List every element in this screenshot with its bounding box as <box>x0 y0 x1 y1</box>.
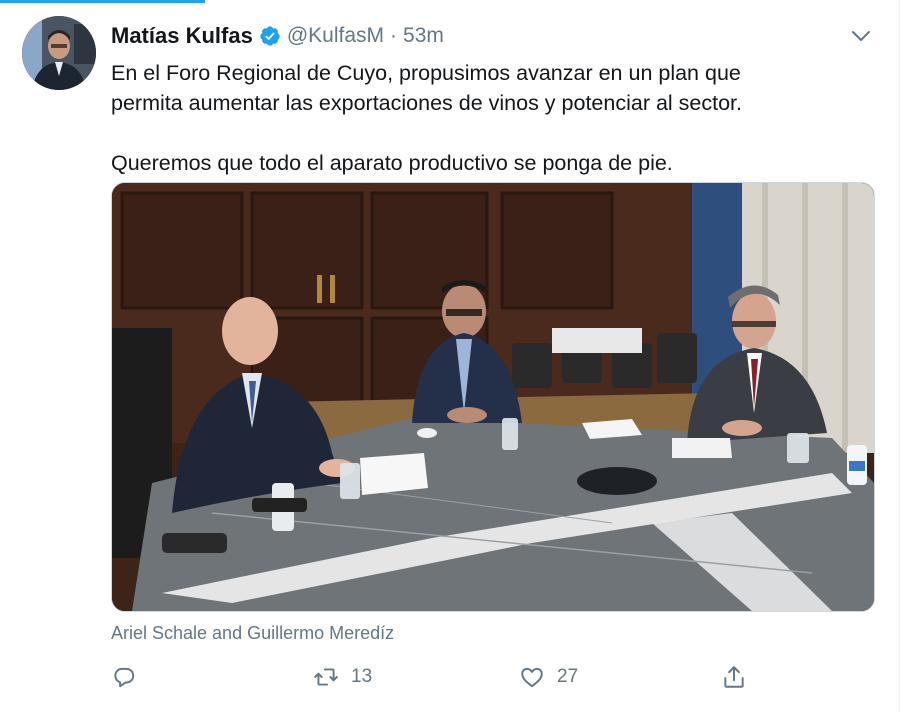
avatar-image <box>22 16 96 90</box>
tweet-text: En el Foro Regional de Cuyo, propusimos … <box>111 58 871 178</box>
tweet-text-line: Queremos que todo el aparato productivo … <box>111 151 673 175</box>
avatar[interactable] <box>22 16 96 90</box>
reply-button[interactable] <box>111 660 149 694</box>
retweet-icon <box>314 668 338 686</box>
tweet-action-bar: 13 27 <box>0 660 900 694</box>
active-tab-indicator <box>0 0 205 3</box>
tweet-text-line: permita aumentar las exportaciones de vi… <box>111 91 742 115</box>
tweet-text-line: En el Foro Regional de Cuyo, propusimos … <box>111 61 741 85</box>
chevron-down-icon[interactable] <box>849 24 873 48</box>
media-tagged-users[interactable]: Ariel Schale and Guillermo Meredíz <box>111 623 394 644</box>
meeting-photo-image <box>112 183 874 611</box>
share-icon <box>724 666 744 688</box>
tweet-timestamp[interactable]: 53m <box>403 24 444 48</box>
share-button[interactable] <box>721 660 747 694</box>
verified-badge-icon <box>260 26 280 46</box>
like-count: 27 <box>557 666 579 687</box>
author-handle[interactable]: @KulfasM <box>287 24 384 48</box>
retweet-count: 13 <box>351 666 373 687</box>
tweet-photo[interactable] <box>111 182 875 612</box>
separator-dot: · <box>390 24 398 47</box>
like-button[interactable]: 27 <box>519 660 578 694</box>
reply-icon <box>114 667 135 688</box>
tweet-header: Matías Kulfas @KulfasM · 53m <box>111 22 444 50</box>
retweet-button[interactable]: 13 <box>313 660 372 694</box>
author-name[interactable]: Matías Kulfas <box>111 23 253 49</box>
heart-icon <box>521 667 543 688</box>
